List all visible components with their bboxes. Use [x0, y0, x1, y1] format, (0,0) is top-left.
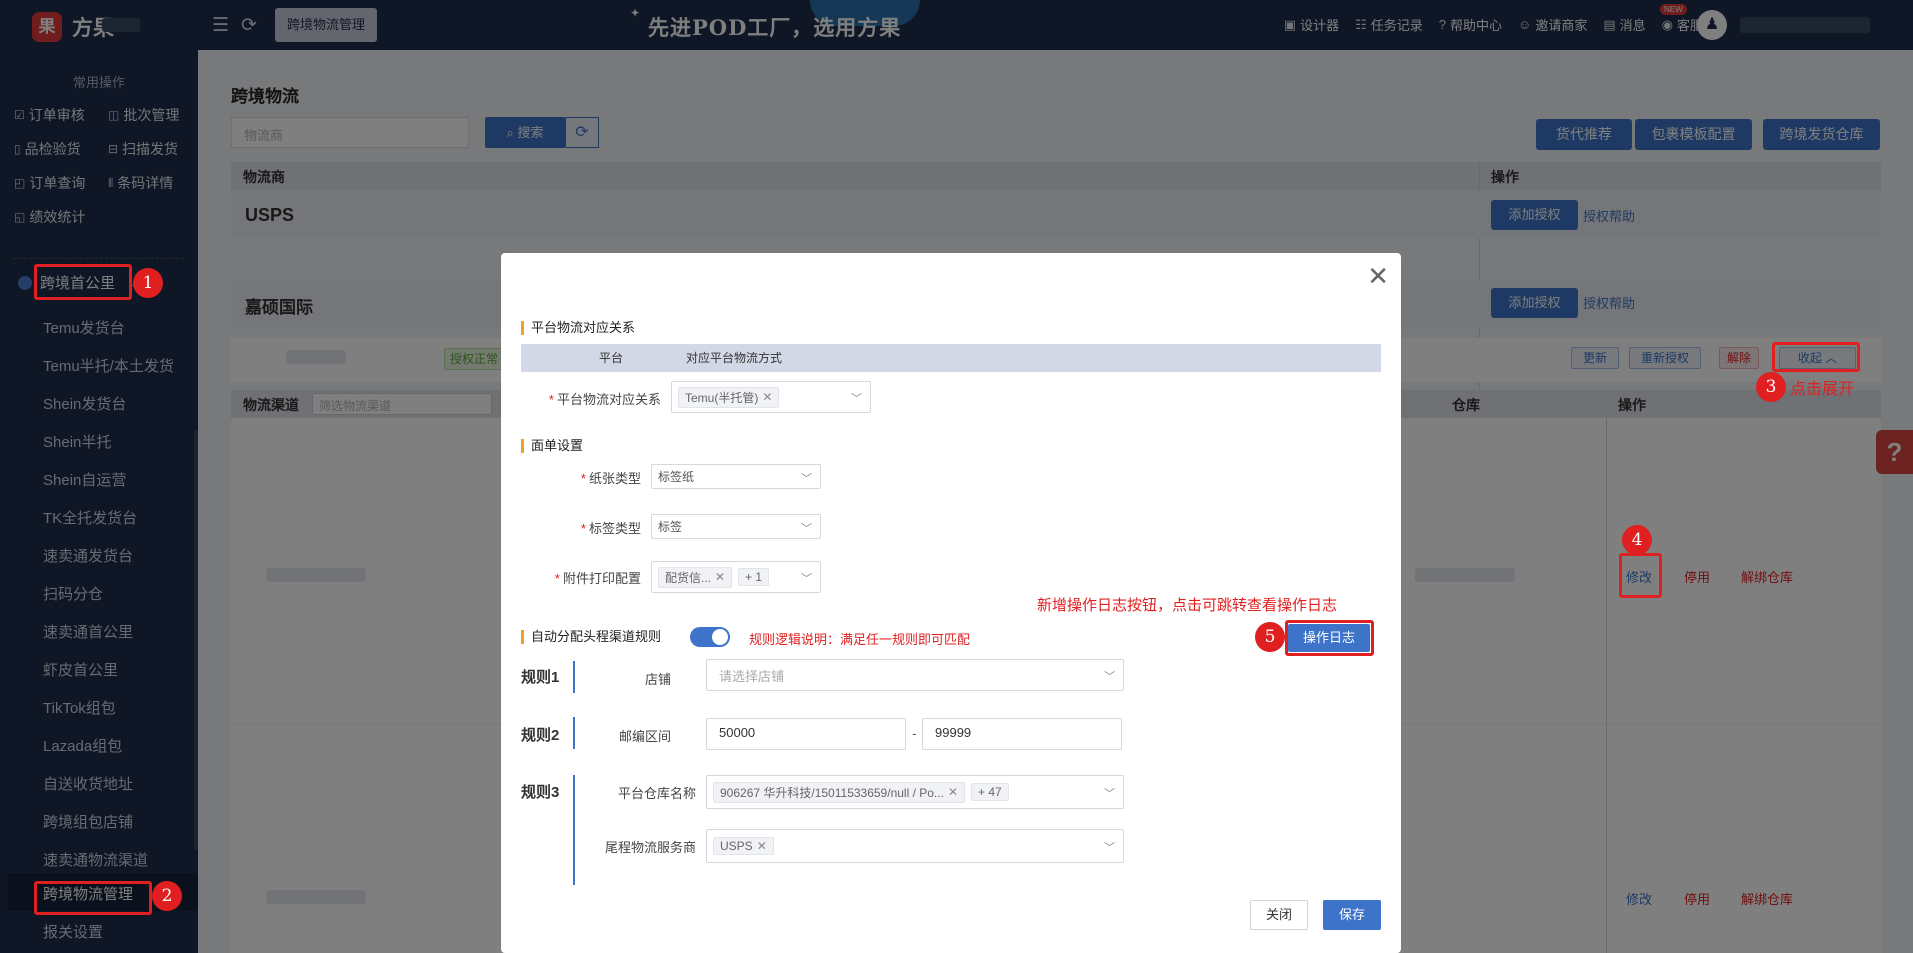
paper-type-label: * 纸张类型	[580, 471, 641, 486]
chevron-down-icon: ﹀	[1104, 788, 1115, 800]
section-platform-mapping: 平台物流对应关系	[521, 321, 635, 335]
rule-3-carrier-label: 尾程物流服务商	[604, 840, 696, 855]
selected-tag: 配货信... ✕	[658, 566, 733, 588]
highlight-box-2	[34, 881, 152, 915]
close-button[interactable]: 关闭	[1250, 900, 1308, 930]
save-button[interactable]: 保存	[1323, 900, 1381, 930]
chevron-down-icon: ﹀	[801, 523, 812, 535]
tag-remove-icon[interactable]: ✕	[757, 839, 767, 853]
attachment-print-select[interactable]: 配货信... ✕ + 1 ﹀	[651, 561, 821, 593]
chevron-down-icon: ﹀	[851, 393, 862, 405]
step-badge-2: 2	[152, 881, 182, 911]
section-auto-rules: 自动分配头程渠道规则	[521, 630, 661, 644]
chevron-down-icon: ﹀	[801, 473, 812, 485]
rule-3-title: 规则3	[521, 784, 560, 801]
rule-3-warehouse-label: 平台仓库名称	[617, 786, 696, 801]
more-count-tag: + 47	[971, 783, 1009, 801]
zip-to-input[interactable]: 99999	[922, 718, 1122, 750]
rule-2-bar	[573, 717, 575, 749]
last-mile-carrier-select[interactable]: USPS ✕ ﹀	[706, 829, 1124, 863]
new-feature-note: 新增操作日志按钮，点击可跳转查看操作日志	[1037, 597, 1338, 614]
attachment-print-label: * 附件打印配置	[554, 571, 641, 586]
rule-1-title: 规则1	[521, 669, 560, 686]
selected-tag: Temu(半托管) ✕	[678, 386, 780, 408]
mapping-field-label: * 平台物流对应关系	[548, 392, 661, 407]
rule-logic-note: 规则逻辑说明：满足任一规则即可匹配	[749, 632, 971, 647]
tag-remove-icon[interactable]: ✕	[762, 390, 772, 404]
mapping-table-header: 平台 对应平台物流方式	[521, 344, 1381, 372]
step-badge-5: 5	[1255, 622, 1285, 652]
step-badge-4: 4	[1622, 525, 1652, 555]
chevron-down-icon: ﹀	[1104, 842, 1115, 854]
mapping-select[interactable]: Temu(半托管) ✕ ﹀	[671, 381, 871, 413]
tag-remove-icon[interactable]: ✕	[715, 570, 725, 584]
tag-remove-icon[interactable]: ✕	[948, 785, 958, 799]
selected-tag: USPS ✕	[713, 837, 774, 855]
label-type-label: * 标签类型	[580, 521, 641, 536]
chevron-down-icon: ﹀	[801, 573, 812, 585]
rule-1-bar	[573, 661, 575, 693]
rule-1-field-label: 店铺	[644, 672, 671, 687]
chevron-down-icon: ﹀	[1104, 671, 1115, 683]
label-type-select[interactable]: 标签 ﹀	[651, 514, 821, 539]
highlight-box-3	[1772, 342, 1860, 372]
highlight-box-5	[1285, 620, 1374, 656]
step-badge-1: 1	[133, 268, 163, 298]
close-icon[interactable]: ✕	[1367, 263, 1389, 289]
section-label-settings: 面单设置	[521, 439, 583, 453]
selected-tag: 906267 华升科技/15011533659/null / Po... ✕	[713, 781, 965, 803]
more-count-tag: + 1	[738, 568, 770, 586]
header-platform-method: 对应平台物流方式	[686, 351, 783, 365]
highlight-box-4	[1619, 553, 1662, 598]
channel-edit-modal: ✕ 平台物流对应关系 平台 对应平台物流方式 * 平台物流对应关系 Temu(半托…	[501, 253, 1401, 953]
auto-assign-toggle[interactable]	[690, 627, 730, 647]
rule-2-field-label: 邮编区间	[618, 729, 671, 744]
zip-range-separator: -	[912, 725, 917, 741]
zip-from-input[interactable]: 50000	[706, 718, 906, 750]
warehouse-select[interactable]: 906267 华升科技/15011533659/null / Po... ✕ + …	[706, 775, 1124, 809]
store-select[interactable]: 请选择店铺 ﹀	[706, 659, 1124, 691]
step-badge-3: 3	[1756, 372, 1786, 402]
header-platform: 平台	[599, 351, 624, 365]
annotation-note-3: 点击展开	[1790, 381, 1855, 398]
highlight-box-1	[34, 264, 132, 300]
rule-2-title: 规则2	[521, 727, 560, 744]
paper-type-select[interactable]: 标签纸 ﹀	[651, 464, 821, 489]
rule-3-bar	[573, 775, 575, 885]
